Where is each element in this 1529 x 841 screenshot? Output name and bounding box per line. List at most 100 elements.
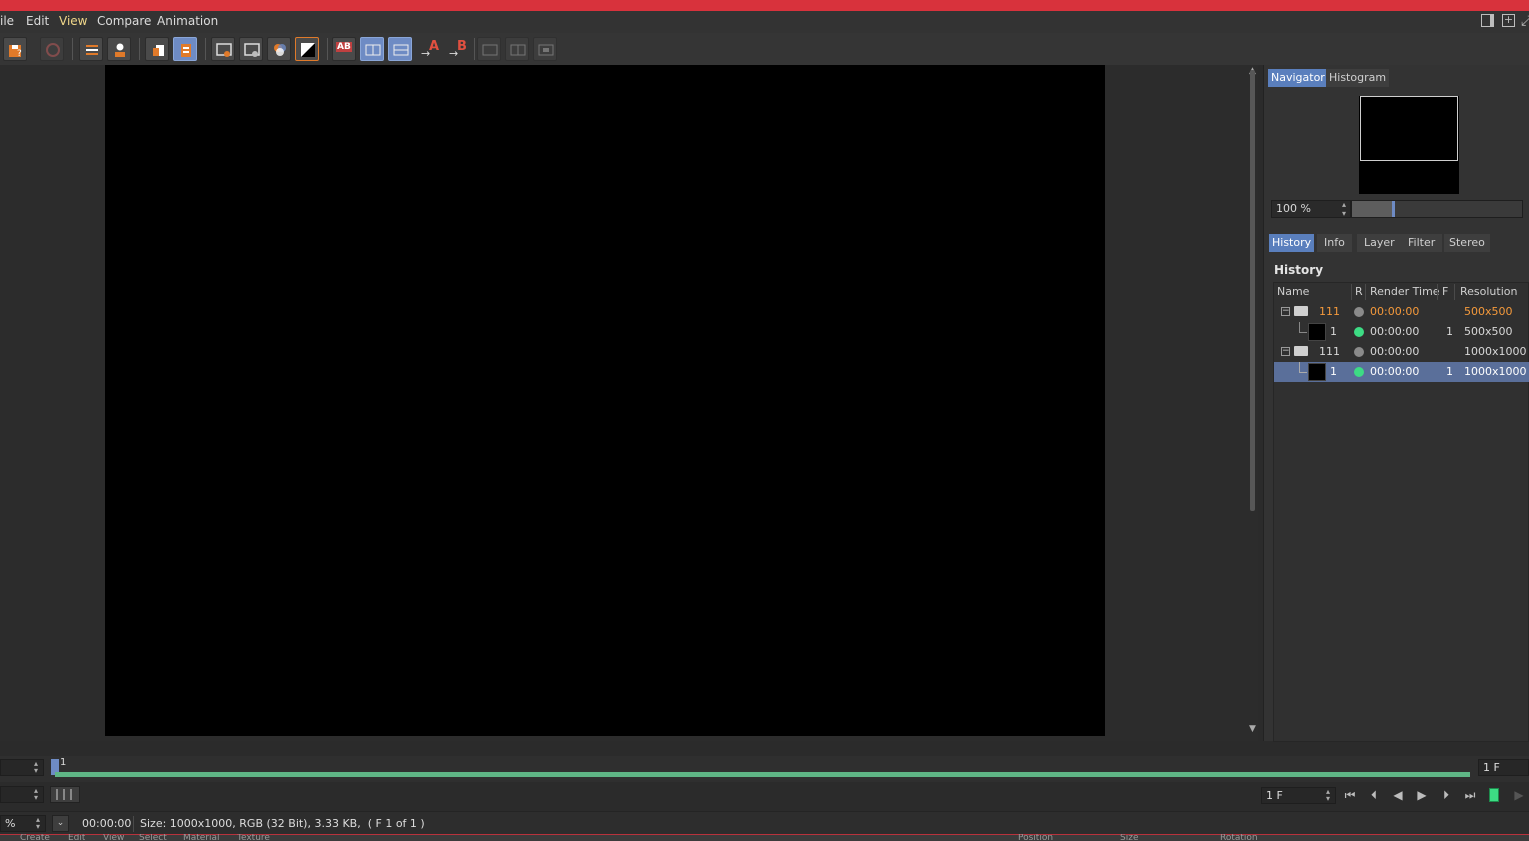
- maximize-icon[interactable]: +: [1502, 14, 1515, 27]
- column-header-render-time[interactable]: Render Time: [1370, 283, 1440, 301]
- ab-wipe-icon: [393, 44, 409, 56]
- host-menu-edit[interactable]: Edit: [68, 834, 85, 841]
- step-forward-icon[interactable]: ⏵: [1439, 788, 1453, 802]
- column-header-f[interactable]: F: [1442, 283, 1448, 301]
- play-icon[interactable]: ▶: [1415, 788, 1429, 802]
- status-zoom-value: %: [5, 817, 16, 830]
- stepper-icon[interactable]: ▴ ▾: [34, 760, 38, 775]
- tree-line: [1299, 362, 1300, 372]
- tab-info[interactable]: Info: [1317, 234, 1352, 252]
- render-thumbnail: [1308, 363, 1326, 381]
- view-alt-icon: [244, 43, 260, 57]
- column-divider: [1365, 284, 1366, 300]
- save-button[interactable]: ?: [3, 37, 27, 61]
- stepper-icon[interactable]: ▴ ▾: [1326, 788, 1330, 803]
- view-alt-button[interactable]: [239, 37, 263, 61]
- toolbar-separator: [139, 38, 140, 60]
- expand-icon[interactable]: ⤢: [1521, 13, 1529, 29]
- row-render-time: 00:00:00: [1370, 305, 1420, 318]
- tree-line: [1299, 332, 1307, 333]
- title-strip: [0, 0, 1529, 11]
- copy-button[interactable]: [145, 37, 169, 61]
- align-icon: [86, 45, 98, 55]
- vertical-scrollbar[interactable]: [1250, 70, 1255, 511]
- paste-button[interactable]: [173, 37, 197, 61]
- host-menu-texture[interactable]: Texture: [237, 834, 270, 841]
- layout-panel-icon[interactable]: [1481, 14, 1494, 27]
- disabled-button[interactable]: [40, 37, 64, 61]
- timeline-track[interactable]: [55, 772, 1470, 777]
- menu-edit[interactable]: Edit: [26, 14, 49, 28]
- collapse-icon[interactable]: −: [1281, 347, 1290, 356]
- tab-filter[interactable]: Filter: [1401, 234, 1443, 252]
- timeline-start-field[interactable]: ▴ ▾: [0, 759, 44, 776]
- column-header-r[interactable]: R: [1355, 283, 1363, 301]
- set-b-button[interactable]: B →: [447, 37, 471, 61]
- zoom-stepper-icon[interactable]: ▴ ▾: [1342, 200, 1346, 218]
- history-row[interactable]: 1 00:00:00 1 500x500: [1274, 322, 1529, 342]
- column-header-resolution[interactable]: Resolution: [1460, 283, 1517, 301]
- ab-button[interactable]: AB: [332, 37, 356, 61]
- menu-animation[interactable]: Animation: [157, 14, 218, 28]
- compare-2-icon: [510, 44, 526, 56]
- menu-compare[interactable]: Compare: [97, 14, 151, 28]
- play-reverse-icon[interactable]: ◀: [1391, 788, 1405, 802]
- zoom-slider-handle[interactable]: [1392, 201, 1395, 217]
- row-name: 1: [1330, 325, 1337, 338]
- ab-wipe-button[interactable]: [388, 37, 412, 61]
- status-dot-icon: [1354, 327, 1364, 337]
- timeline-end-field[interactable]: 1 F: [1478, 759, 1529, 776]
- tab-navigator[interactable]: Navigator: [1268, 69, 1328, 87]
- toolbar-separator: [474, 38, 475, 60]
- row-name: 111: [1319, 345, 1340, 358]
- status-zoom-field[interactable]: % ▴ ▾: [0, 815, 46, 832]
- tab-stereo[interactable]: Stereo: [1444, 234, 1490, 252]
- set-a-label: A: [429, 39, 440, 54]
- history-row[interactable]: − 111 00:00:00 1000x1000: [1274, 342, 1529, 362]
- tree-line: [1299, 372, 1307, 373]
- compare-3-button[interactable]: [533, 37, 557, 61]
- compare-1-button[interactable]: [477, 37, 501, 61]
- host-menu-create[interactable]: Create: [20, 834, 50, 841]
- render-canvas[interactable]: [105, 65, 1105, 736]
- zoom-field[interactable]: 100 % ▴ ▾: [1271, 200, 1351, 218]
- go-to-start-icon[interactable]: ⏮: [1343, 788, 1357, 802]
- playback-field[interactable]: ▴ ▾: [0, 786, 44, 803]
- contrast-button[interactable]: [295, 37, 319, 61]
- collapse-icon[interactable]: −: [1281, 307, 1290, 316]
- tab-histogram[interactable]: Histogram: [1326, 69, 1390, 87]
- menu-view[interactable]: View: [59, 14, 87, 28]
- tab-layer[interactable]: Layer: [1357, 234, 1402, 252]
- host-menu-material[interactable]: Material: [183, 834, 220, 841]
- stepper-icon[interactable]: ▴ ▾: [36, 816, 40, 831]
- stepper-icon[interactable]: ▴ ▾: [34, 787, 38, 802]
- view-button[interactable]: [211, 37, 235, 61]
- tab-history[interactable]: History: [1269, 234, 1315, 252]
- align-button[interactable]: [79, 37, 103, 61]
- ab-split-button[interactable]: [360, 37, 384, 61]
- column-header-name[interactable]: Name: [1277, 283, 1309, 301]
- loop-toggle-icon[interactable]: [1489, 788, 1499, 802]
- host-menu-view[interactable]: View: [103, 834, 124, 841]
- history-row[interactable]: − 111 00:00:00 500x500: [1274, 302, 1529, 322]
- dropdown-chevron-icon[interactable]: ⌄: [52, 815, 69, 832]
- step-back-icon[interactable]: ⏴: [1367, 788, 1381, 802]
- paste-icon: [181, 44, 191, 57]
- person-button[interactable]: [107, 37, 131, 61]
- scroll-down-icon[interactable]: ▼: [1249, 724, 1256, 734]
- host-label-size: Size: [1120, 834, 1139, 841]
- channels-button[interactable]: [267, 37, 291, 61]
- compare-2-button[interactable]: [505, 37, 529, 61]
- navigator-view-frame[interactable]: [1360, 96, 1458, 161]
- timeline-range-handle[interactable]: [50, 786, 80, 803]
- history-row-selected[interactable]: 1 00:00:00 1 1000x1000: [1274, 362, 1529, 382]
- current-frame-field[interactable]: 1 F ▴ ▾: [1261, 787, 1336, 804]
- compare-3-icon: [538, 44, 554, 56]
- host-menu-select[interactable]: Select: [139, 834, 167, 841]
- set-a-button[interactable]: A →: [419, 37, 443, 61]
- menu-file[interactable]: ile: [0, 14, 14, 28]
- go-to-end-icon[interactable]: ⏭: [1463, 788, 1477, 802]
- menu-bar: ile Edit View Compare Animation + ⤢: [0, 11, 1529, 33]
- row-resolution: 500x500: [1464, 305, 1513, 318]
- render-thumbnail: [1308, 323, 1326, 341]
